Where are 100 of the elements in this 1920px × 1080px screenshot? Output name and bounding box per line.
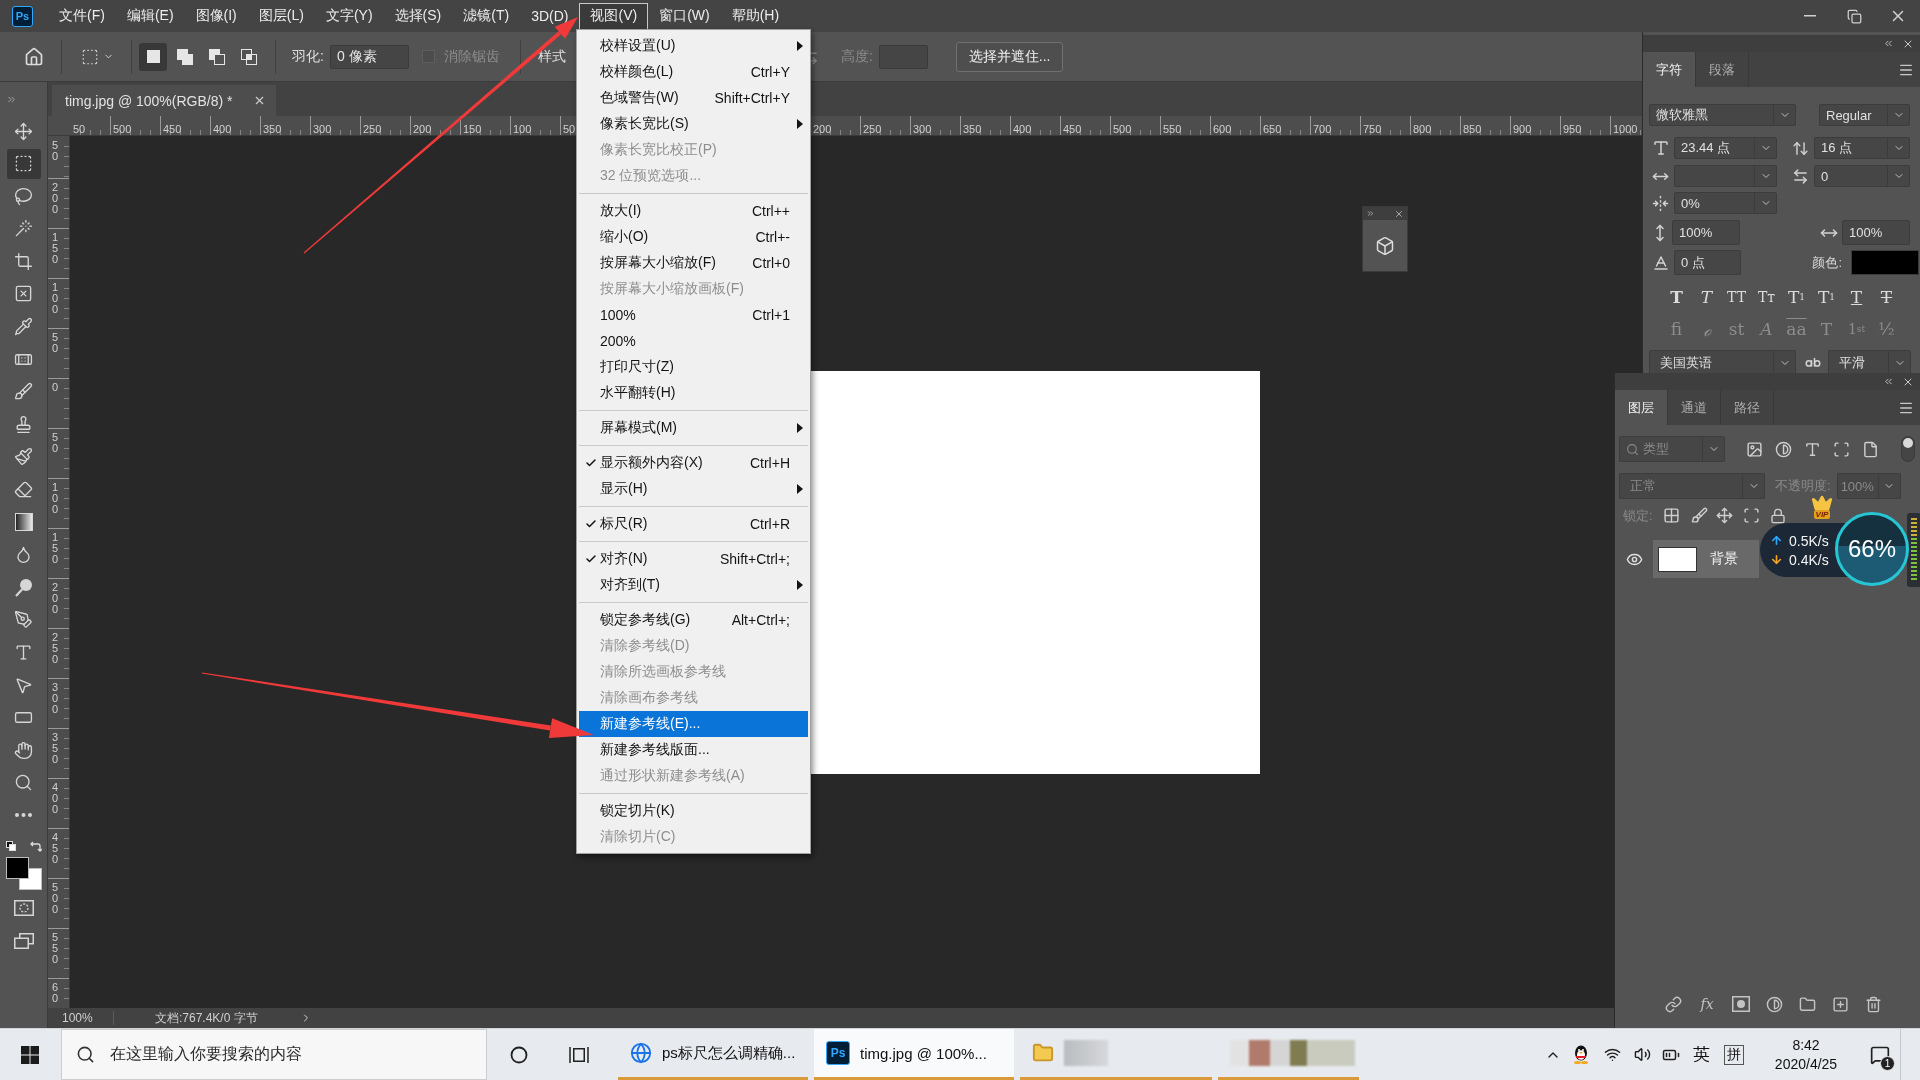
selection-mode-button[interactable] xyxy=(139,42,167,71)
search-field[interactable]: 在这里输入你要搜索的内容 xyxy=(61,1029,487,1080)
language-dropdown[interactable]: 美国英语 xyxy=(1649,350,1796,375)
menu-item[interactable]: 像素长宽比(S) xyxy=(579,111,808,137)
image-filter-icon[interactable] xyxy=(1746,440,1763,458)
tracking-field[interactable]: 0 xyxy=(1814,165,1910,187)
menu-item[interactable]: 滤镜(T) xyxy=(452,2,521,30)
menu-item[interactable]: 色域警告(W) Shift+Ctrl+Y xyxy=(579,85,808,111)
text-color-swatch[interactable] xyxy=(1851,250,1919,275)
expand-icon[interactable] xyxy=(1366,209,1375,218)
menu-item[interactable]: 帮助(H) xyxy=(720,2,791,30)
tool-button[interactable] xyxy=(6,148,41,179)
menu-item[interactable]: 新建参考线(E)... xyxy=(579,711,808,737)
mask-icon[interactable] xyxy=(1732,996,1750,1012)
menu-item[interactable]: 打印尺寸(Z) xyxy=(579,354,808,380)
input-mode-button[interactable]: 拼 xyxy=(1716,1029,1752,1080)
kerning-field[interactable] xyxy=(1674,165,1777,187)
more-icon xyxy=(15,813,32,818)
menu-item[interactable]: 水平翻转(H) xyxy=(579,380,808,406)
default-colors-icon[interactable] xyxy=(5,841,16,852)
menu-item[interactable]: 文件(F) xyxy=(48,2,116,30)
font-family-dropdown[interactable]: 微软雅黑 xyxy=(1649,104,1796,126)
close-icon[interactable] xyxy=(1394,208,1404,219)
menu-item[interactable]: 图层(L) xyxy=(247,2,315,30)
menu-item[interactable]: 对齐(N) Shift+Ctrl+; xyxy=(579,546,808,572)
menu-item[interactable]: 锁定切片(K) xyxy=(579,798,808,824)
notification-button[interactable]: 1 xyxy=(1860,1029,1900,1080)
menu-item[interactable]: 3D(D) xyxy=(520,2,580,30)
menu-item[interactable]: 新建参考线版面... xyxy=(579,737,808,763)
fx-button[interactable]: fx xyxy=(1698,996,1716,1012)
menu-item[interactable]: 编辑(E) xyxy=(115,2,185,30)
panel-tab[interactable]: 段落 xyxy=(1696,52,1749,87)
menu-item[interactable]: 显示(H) xyxy=(579,476,808,502)
corners-icon[interactable] xyxy=(1742,507,1760,524)
half-circle-icon[interactable] xyxy=(1775,440,1792,458)
type-style-button[interactable]: T xyxy=(1843,285,1870,309)
lock-icon[interactable] xyxy=(1769,507,1786,524)
filter-toggle[interactable] xyxy=(1901,436,1915,462)
antialias-dropdown[interactable]: 平滑 xyxy=(1828,350,1911,375)
link-icon[interactable] xyxy=(1665,995,1682,1013)
menu-item[interactable]: 校样设置(U) xyxy=(579,33,808,59)
corners-icon[interactable] xyxy=(1833,440,1850,458)
menu-item[interactable]: 校样颜色(L) Ctrl+Y xyxy=(579,59,808,85)
menu-item[interactable]: 缩小(O) Ctrl+- xyxy=(579,224,808,250)
move-icon[interactable] xyxy=(1715,507,1733,524)
horizontal-scale-field[interactable]: 100% xyxy=(1842,220,1910,245)
menu-item[interactable]: 显示额外内容(X) Ctrl+H xyxy=(579,450,808,476)
layer-item[interactable]: 背景 xyxy=(1653,540,1759,578)
brush-icon[interactable] xyxy=(1690,507,1708,524)
height-field[interactable] xyxy=(878,44,928,69)
clock[interactable]: 8:42 2020/4/25 xyxy=(1752,1029,1860,1080)
menu-item[interactable]: 锁定参考线(G) Alt+Ctrl+; xyxy=(579,607,808,633)
collapse-icon[interactable] xyxy=(1883,376,1894,387)
menu-item[interactable]: 文字(Y) xyxy=(314,2,384,30)
swap-colors-icon[interactable] xyxy=(29,840,42,852)
menu-item[interactable]: 200% xyxy=(579,328,808,354)
baseline-shift-field[interactable]: 0 点 xyxy=(1674,250,1741,275)
menu-item[interactable]: 按屏幕大小缩放(F) Ctrl+0 xyxy=(579,250,808,276)
menu-item[interactable]: 选择(S) xyxy=(383,2,453,30)
feather-field[interactable]: 0 像素 xyxy=(329,44,409,69)
cube-icon[interactable] xyxy=(1375,235,1395,256)
type-style-button[interactable]: T xyxy=(1873,285,1900,309)
vertical-scale-field[interactable]: 100% xyxy=(1672,220,1740,245)
font-size-field[interactable]: 23.44 点 xyxy=(1674,137,1777,159)
panel-tab[interactable]: 图层 xyxy=(1615,390,1668,425)
checkerboard-icon[interactable] xyxy=(1662,507,1680,524)
panel-tab[interactable]: 路径 xyxy=(1721,390,1774,425)
select-and-mask-button[interactable]: 选择并遮住... xyxy=(955,41,1064,72)
type-style-button[interactable]: T xyxy=(1693,285,1720,309)
collapse-icon[interactable] xyxy=(1883,38,1894,49)
type-filter-icon[interactable] xyxy=(1804,440,1821,458)
new-layer-icon[interactable] xyxy=(1832,995,1849,1013)
document-tab[interactable]: timg.jpg @ 100%(RGB/8) * xyxy=(52,85,276,116)
folder-icon[interactable] xyxy=(1799,995,1816,1013)
menu-item[interactable]: 100% Ctrl+1 xyxy=(579,302,808,328)
menu-item[interactable]: 屏幕模式(M) xyxy=(579,415,808,441)
leading-field[interactable]: 16 点 xyxy=(1814,137,1910,159)
panel-tab[interactable]: 字符 xyxy=(1643,52,1696,87)
character-spacing-field[interactable]: 0% xyxy=(1674,192,1777,214)
panel-tab[interactable]: 通道 xyxy=(1668,390,1721,425)
type-style-button[interactable]: T xyxy=(1663,285,1690,309)
menu-item[interactable]: 视图(V) xyxy=(579,2,649,30)
menu-item[interactable]: 窗口(W) xyxy=(648,2,721,30)
clock-time: 8:42 xyxy=(1792,1035,1820,1055)
input-language-button[interactable]: 英 xyxy=(1686,1029,1716,1080)
type-style-button[interactable]: T$^{1}$ xyxy=(1783,285,1810,309)
menu-item[interactable]: 对齐到(T) xyxy=(579,572,808,598)
trash-icon[interactable] xyxy=(1865,995,1882,1013)
taskbar-app[interactable]: Ps timg.jpg @ 100%... xyxy=(814,1029,1014,1080)
font-style-dropdown[interactable]: Regular xyxy=(1819,104,1910,126)
type-style-button[interactable]: Tᴛ xyxy=(1753,285,1780,309)
foreground-color-swatch[interactable] xyxy=(5,857,29,880)
type-style-button[interactable]: TT xyxy=(1723,285,1750,309)
menu-item[interactable]: 标尺(R) Ctrl+R xyxy=(579,511,808,537)
menu-item[interactable]: 放大(I) Ctrl++ xyxy=(579,198,808,224)
close-icon[interactable] xyxy=(253,94,266,107)
half-circle-icon[interactable] xyxy=(1766,995,1783,1013)
taskbar-app[interactable]: ps标尺怎么调精确... xyxy=(618,1029,808,1080)
file-icon[interactable] xyxy=(1862,440,1879,458)
menu-item[interactable]: 图像(I) xyxy=(184,2,248,30)
